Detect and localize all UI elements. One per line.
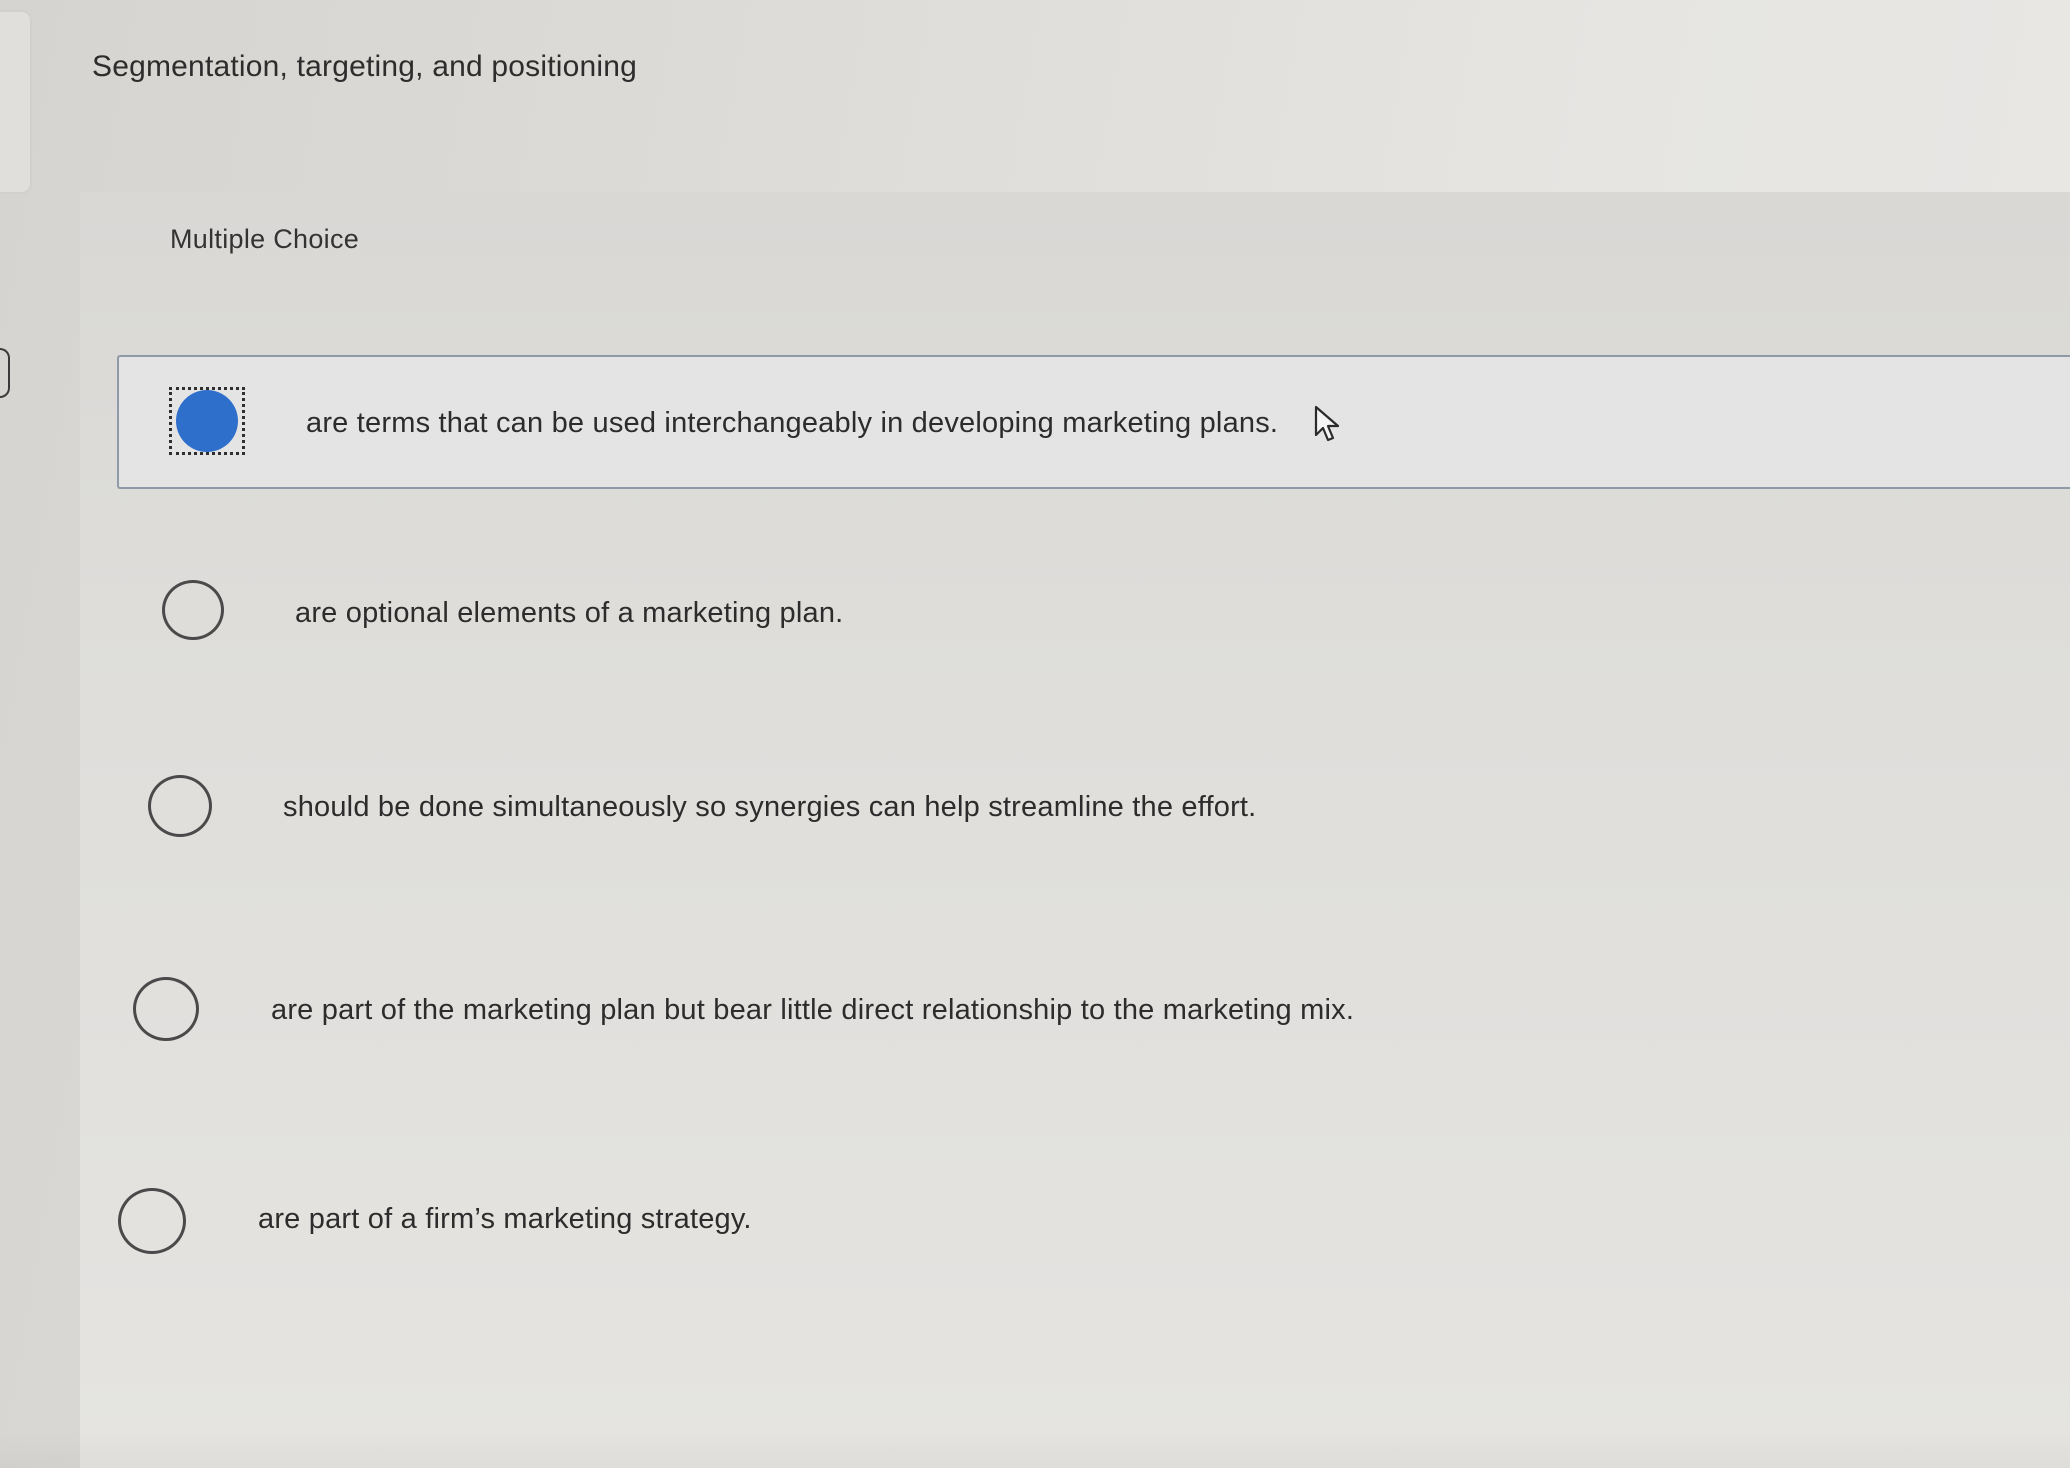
option-label-d: are part of the marketing plan but bear … — [271, 994, 1355, 1026]
left-panel-edge — [0, 10, 32, 194]
answer-option-e[interactable]: are part of a firm’s marketing strategy. — [70, 1155, 2070, 1285]
mouse-pointer-icon — [1314, 405, 1340, 442]
answer-option-b[interactable]: are optional elements of a marketing pla… — [100, 545, 2070, 675]
option-label-e: are part of a firm’s marketing strategy. — [258, 1203, 752, 1235]
bottom-shade — [0, 1430, 2070, 1468]
question-title: Segmentation, targeting, and positioning — [92, 50, 638, 83]
answer-option-c[interactable]: should be done simultaneously so synergi… — [90, 741, 2070, 871]
radio-button-d[interactable] — [133, 977, 199, 1041]
option-label-c: should be done simultaneously so synergi… — [283, 791, 1257, 823]
question-type-label: Multiple Choice — [170, 224, 360, 254]
option-label-b: are optional elements of a marketing pla… — [295, 597, 844, 629]
radio-button-e[interactable] — [118, 1188, 186, 1254]
answer-option-a[interactable]: are terms that can be used interchangeab… — [117, 355, 2070, 489]
radio-button-c[interactable] — [148, 775, 212, 837]
radio-button-b[interactable] — [162, 580, 224, 640]
radio-button-a[interactable] — [176, 390, 238, 452]
answer-option-d[interactable]: are part of the marketing plan but bear … — [80, 944, 2070, 1074]
option-label-a: are terms that can be used interchangeab… — [306, 407, 1279, 439]
left-collapse-handle[interactable] — [0, 348, 10, 398]
